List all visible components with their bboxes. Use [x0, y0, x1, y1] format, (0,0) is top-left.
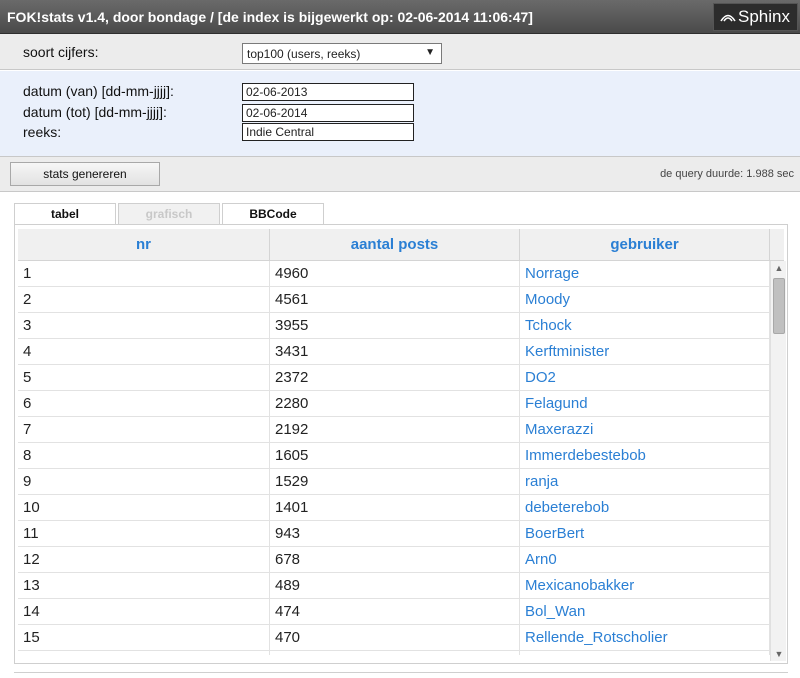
table-row: 14 474 Bol_Wan [18, 599, 770, 625]
cell-nr: 9 [18, 469, 270, 495]
title-bar: FOK!stats v1.4, door bondage / [de index… [0, 0, 800, 34]
cell-gebruiker-link[interactable]: Felagund [520, 391, 770, 417]
table-row: 5 2372 DO2 [18, 365, 770, 391]
cell-aantal-posts: 1401 [270, 495, 520, 521]
reeks-input[interactable]: Indie Central [242, 123, 414, 141]
caret-down-icon: ▼ [425, 47, 435, 58]
table-row: 1 4960 Norrage [18, 261, 770, 287]
cell-gebruiker-link[interactable]: Mexicanobakker [520, 573, 770, 599]
table-row: 11 943 BoerBert [18, 521, 770, 547]
tab-grafisch: grafisch [118, 203, 220, 225]
table-row: 3 3955 Tchock [18, 313, 770, 339]
sphinx-logo-icon [720, 14, 736, 21]
cell-nr: 13 [18, 573, 270, 599]
cell-gebruiker-link[interactable]: BoerBert [520, 521, 770, 547]
cell-aantal-posts: 1605 [270, 443, 520, 469]
table-row: 15 470 Rellende_Rotscholier [18, 625, 770, 651]
soort-row: soort cijfers: top100 (users, reeks) ▼ [0, 34, 800, 70]
cell-aantal-posts: 943 [270, 521, 520, 547]
table-row: 7 2192 Maxerazzi [18, 417, 770, 443]
cell-gebruiker-link[interactable]: Kerftminister [520, 339, 770, 365]
datum-tot-label: datum (tot) [dd-mm-jjjj]: [23, 104, 167, 120]
cell-aantal-posts: 3955 [270, 313, 520, 339]
cell-aantal-posts: 419 [270, 651, 520, 655]
cell-aantal-posts: 489 [270, 573, 520, 599]
table-row: 10 1401 debeterebob [18, 495, 770, 521]
arrow-up-icon[interactable]: ▲ [771, 261, 787, 275]
table-row: 2 4561 Moody [18, 287, 770, 313]
column-header-nr[interactable]: nr [18, 229, 270, 261]
column-header-gebruiker[interactable]: gebruiker [520, 229, 770, 261]
tab-tabel[interactable]: tabel [14, 203, 116, 225]
cell-aantal-posts: 3431 [270, 339, 520, 365]
cell-aantal-posts: 678 [270, 547, 520, 573]
params-panel: datum (van) [dd-mm-jjjj]: 02-06-2013 dat… [0, 71, 800, 157]
cell-nr: 7 [18, 417, 270, 443]
cell-nr: 8 [18, 443, 270, 469]
soort-select-value: top100 (users, reeks) [247, 47, 361, 61]
table-row: 16419Z [18, 651, 770, 655]
cell-gebruiker-link[interactable]: Arn0 [520, 547, 770, 573]
cell-gebruiker-link[interactable]: Maxerazzi [520, 417, 770, 443]
page-title: FOK!stats v1.4, door bondage / [de index… [7, 9, 533, 25]
cell-aantal-posts: 2372 [270, 365, 520, 391]
cell-aantal-posts: 1529 [270, 469, 520, 495]
cell-nr: 14 [18, 599, 270, 625]
cell-gebruiker-link[interactable]: Bol_Wan [520, 599, 770, 625]
cell-nr: 15 [18, 625, 270, 651]
table-body: 1 4960 Norrage 2 4561 Moody 3 3955 Tchock 4 3431 Ke… [18, 261, 770, 655]
cell-gebruiker-link[interactable]: Immerdebestebob [520, 443, 770, 469]
datum-van-input[interactable]: 02-06-2013 [242, 83, 414, 101]
table-scrollbar[interactable]: ▲ ▼ [770, 261, 786, 661]
stats-genereren-button[interactable]: stats genereren [10, 162, 160, 186]
action-row: stats genereren de query duurde: 1.988 s… [0, 157, 800, 192]
table-row: 13 489 Mexicanobakker [18, 573, 770, 599]
cell-nr: 1 [18, 261, 270, 287]
cell-nr: 12 [18, 547, 270, 573]
logo-text: Sphinx [738, 7, 790, 26]
column-header-aantal-posts[interactable]: aantal posts [270, 229, 520, 261]
cell-gebruiker-link[interactable]: Z [520, 651, 770, 655]
datum-tot-input[interactable]: 02-06-2014 [242, 104, 414, 122]
cell-nr: 2 [18, 287, 270, 313]
cell-nr: 16 [18, 651, 270, 655]
table-header: nr aantal posts gebruiker [18, 229, 784, 261]
reeks-label: reeks: [23, 124, 62, 140]
sphinx-logo: Sphinx [713, 3, 798, 31]
table-row: 9 1529 ranja [18, 469, 770, 495]
cell-gebruiker-link[interactable]: Moody [520, 287, 770, 313]
query-time-text: de query duurde: 1.988 sec [660, 168, 794, 180]
cell-aantal-posts: 470 [270, 625, 520, 651]
cell-aantal-posts: 474 [270, 599, 520, 625]
table-row: 12 678 Arn0 [18, 547, 770, 573]
arrow-down-icon[interactable]: ▼ [771, 647, 787, 661]
table-row: 8 1605 Immerdebestebob [18, 443, 770, 469]
soort-select[interactable]: top100 (users, reeks) ▼ [242, 43, 442, 64]
table-panel: nr aantal posts gebruiker 1 4960 Norrage 2 4… [14, 224, 788, 664]
cell-gebruiker-link[interactable]: ranja [520, 469, 770, 495]
cell-nr: 10 [18, 495, 270, 521]
bottom-border [14, 672, 788, 678]
datum-van-label: datum (van) [dd-mm-jjjj]: [23, 83, 174, 99]
soort-label: soort cijfers: [23, 44, 99, 60]
cell-aantal-posts: 4561 [270, 287, 520, 313]
cell-aantal-posts: 2280 [270, 391, 520, 417]
cell-gebruiker-link[interactable]: DO2 [520, 365, 770, 391]
table-row: 4 3431 Kerftminister [18, 339, 770, 365]
cell-gebruiker-link[interactable]: debeterebob [520, 495, 770, 521]
scrollbar-thumb[interactable] [773, 278, 785, 334]
cell-gebruiker-link[interactable]: Norrage [520, 261, 770, 287]
cell-nr: 5 [18, 365, 270, 391]
cell-nr: 6 [18, 391, 270, 417]
cell-aantal-posts: 4960 [270, 261, 520, 287]
cell-nr: 11 [18, 521, 270, 547]
tab-bbcode[interactable]: BBCode [222, 203, 324, 225]
cell-nr: 3 [18, 313, 270, 339]
cell-aantal-posts: 2192 [270, 417, 520, 443]
cell-nr: 4 [18, 339, 270, 365]
cell-gebruiker-link[interactable]: Rellende_Rotscholier [520, 625, 770, 651]
table-row: 6 2280 Felagund [18, 391, 770, 417]
cell-gebruiker-link[interactable]: Tchock [520, 313, 770, 339]
